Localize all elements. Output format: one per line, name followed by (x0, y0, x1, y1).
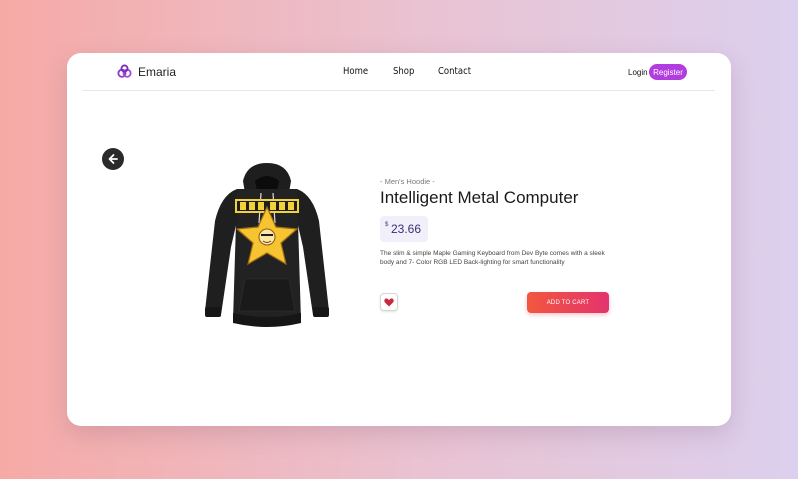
price-box: $ 23.66 (380, 216, 428, 242)
brand-name: Emaria (138, 64, 177, 79)
heart-icon (384, 297, 394, 306)
nav-contact-link[interactable]: Contact (438, 66, 471, 77)
login-link[interactable]: Login (628, 68, 648, 77)
product-description: The slim & simple Maple Gaming Keyboard … (380, 250, 605, 266)
price-currency: $ (385, 222, 389, 228)
brand[interactable]: Emaria (116, 63, 176, 80)
product-category: - Men's Hoodie - (380, 177, 435, 186)
product-image (205, 163, 329, 327)
register-button[interactable]: Register (649, 64, 687, 80)
nav-shop-link[interactable]: Shop (393, 66, 414, 77)
add-to-cart-button[interactable]: ADD TO CART (527, 292, 609, 313)
main-menu: Home Shop Contact (343, 66, 477, 77)
product-title: Intelligent Metal Computer (380, 188, 579, 207)
top-navbar: Emaria Home Shop Contact Login Register (67, 53, 731, 91)
price-value: 23.66 (391, 222, 422, 236)
favorite-button[interactable] (380, 293, 398, 311)
back-button[interactable] (102, 148, 124, 170)
navbar-divider (83, 90, 715, 91)
nav-home-link[interactable]: Home (343, 66, 368, 77)
product-card: Emaria Home Shop Contact Login Register (67, 53, 731, 426)
brand-logo-icon (117, 64, 132, 78)
arrow-left-icon (108, 154, 118, 164)
